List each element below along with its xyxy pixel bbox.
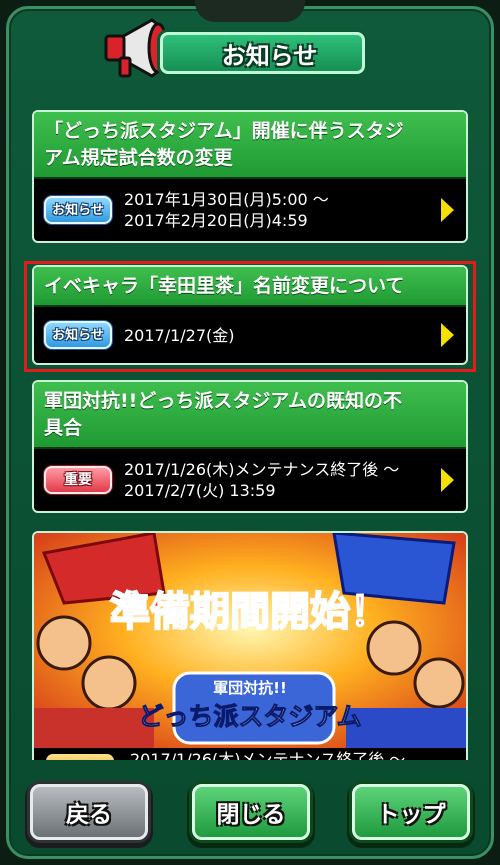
- notice-date: 2017/1/26(木)メンテナンス終了後 ～ 2017/2/7(火) 13:5…: [124, 459, 399, 501]
- notice-date-line: 2017年2月20日(月)4:59: [124, 211, 308, 230]
- notice-title-line: 軍団対抗!!どっち派スタジアムの既知の不: [44, 390, 403, 412]
- notice-list[interactable]: 「どっち派スタジアム」開催に伴うスタジ アム規定試合数の変更 お知らせ 2017…: [22, 98, 478, 760]
- selection-highlight: [24, 261, 476, 372]
- banner-date: 2017/1/26(木)メンテナンス終了後 ～: [34, 748, 466, 760]
- event-banner[interactable]: 準備期間開始！ 軍団対抗!! どっち派スタジアム 2017/1/26(木)メンテ…: [32, 531, 468, 760]
- banner-logo-main: どっち派スタジアム: [138, 702, 361, 731]
- back-button[interactable]: 戻る: [30, 784, 148, 840]
- chevron-right-icon[interactable]: [441, 198, 454, 222]
- chevron-right-icon[interactable]: [441, 468, 454, 492]
- important-badge: 重要: [44, 466, 112, 494]
- notice-title-line: 具合: [44, 417, 83, 439]
- banner-badge: [46, 754, 114, 760]
- notice-date-line: 2017/2/7(火) 13:59: [124, 481, 276, 500]
- notice-item[interactable]: 軍団対抗!!どっち派スタジアムの既知の不 具合 重要 2017/1/26(木)メ…: [32, 380, 468, 513]
- info-badge: お知らせ: [44, 196, 112, 224]
- notice-title-line: 「どっち派スタジアム」開催に伴うスタジ: [44, 120, 404, 142]
- notice-date-line: 2017年1月30日(月)5:00 ～: [124, 190, 329, 209]
- top-decoration: [195, 0, 305, 22]
- close-button[interactable]: 閉じる: [192, 784, 310, 840]
- notice-title: 軍団対抗!!どっち派スタジアムの既知の不 具合: [34, 382, 466, 449]
- notice-date-line: 2017/1/26(木)メンテナンス終了後 ～: [124, 460, 400, 479]
- page-title: お知らせ: [221, 41, 318, 70]
- top-button[interactable]: トップ: [352, 784, 470, 840]
- notice-body: 重要 2017/1/26(木)メンテナンス終了後 ～ 2017/2/7(火) 1…: [34, 449, 466, 511]
- banner-date-text: 2017/1/26(木)メンテナンス終了後 ～: [130, 750, 406, 760]
- notice-title: 「どっち派スタジアム」開催に伴うスタジ アム規定試合数の変更: [34, 112, 466, 179]
- notice-title-line: アム規定試合数の変更: [44, 147, 233, 169]
- bottom-button-bar: 戻る 閉じる トップ: [22, 772, 478, 844]
- title-bar: お知らせ: [160, 32, 365, 74]
- notice-date: 2017年1月30日(月)5:00 ～ 2017年2月20日(月)4:59: [124, 189, 329, 231]
- banner-headline: 準備期間開始！: [110, 589, 390, 635]
- notice-item[interactable]: 「どっち派スタジアム」開催に伴うスタジ アム規定試合数の変更 お知らせ 2017…: [32, 110, 468, 243]
- banner-logo-small: 軍団対抗!!: [213, 679, 287, 697]
- banner-image: 準備期間開始！ 軍団対抗!! どっち派スタジアム: [34, 533, 466, 748]
- notice-body: お知らせ 2017年1月30日(月)5:00 ～ 2017年2月20日(月)4:…: [34, 179, 466, 241]
